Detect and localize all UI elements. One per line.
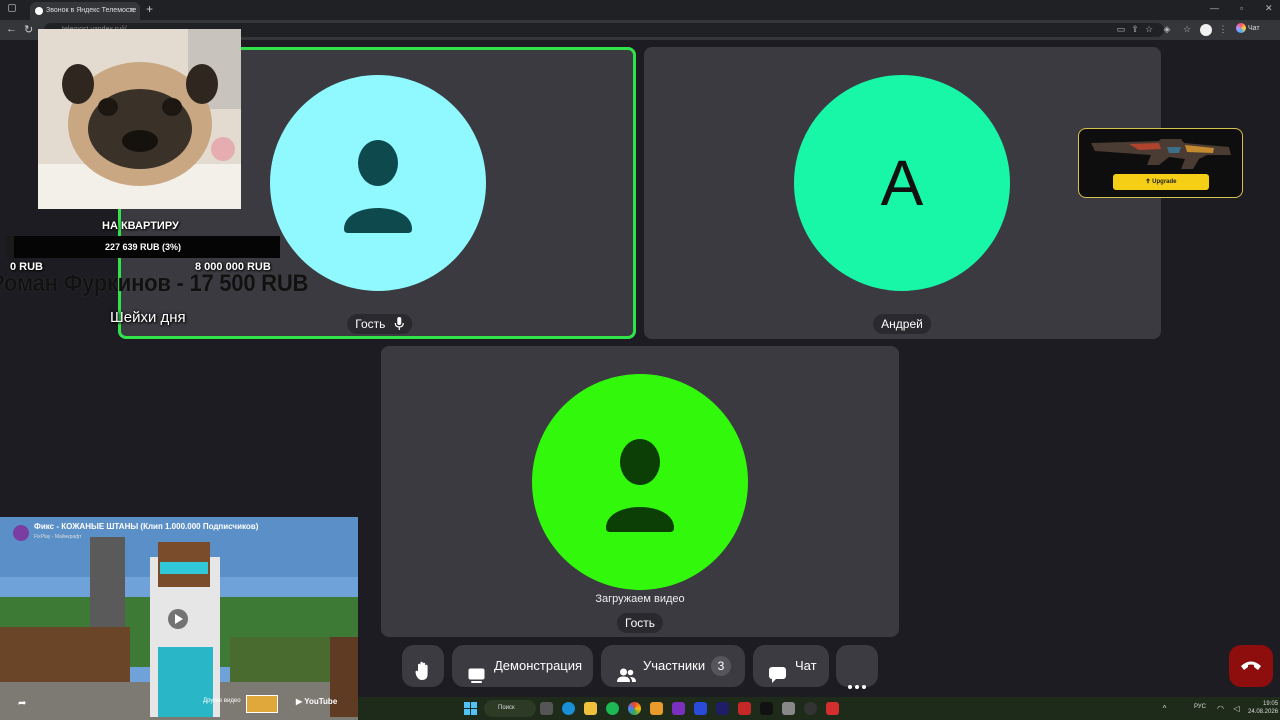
tab-close-icon[interactable]: ✕	[128, 2, 135, 20]
browser-tab[interactable]: Звонок в Яндекс Телемосте ✕	[30, 2, 140, 20]
browser-chat-button[interactable]: Чат	[1236, 23, 1260, 33]
video-title[interactable]: Фикс - КОЖАНЫЕ ШТАНЫ (Клип 1.000.000 Под…	[34, 522, 258, 531]
rifle-skin-image	[1091, 139, 1231, 169]
demonstration-button[interactable]: Демонстрация	[452, 645, 593, 687]
screen-share-icon	[468, 658, 485, 700]
youtube-logo-text: YouTube	[304, 697, 338, 706]
edge-icon[interactable]	[562, 702, 575, 715]
donation-goal-title: НА КВАРТИРУ	[102, 220, 179, 232]
person-icon	[606, 439, 674, 532]
participants-label: Участники	[643, 658, 706, 673]
keyboard-language[interactable]: РУС	[1194, 704, 1206, 710]
participant-tile-guest-2[interactable]: Загружаем видео Гость	[381, 346, 899, 637]
participant-name-pill: Гость	[347, 314, 413, 336]
app-icon[interactable]	[672, 702, 685, 715]
alice-icon	[1236, 23, 1246, 33]
upgrade-card: ⇮ Upgrade	[1078, 128, 1243, 198]
favorites-icon[interactable]: ☆	[1182, 24, 1192, 34]
taskbar: Поиск ^ РУС ◠ ◁ 19:05 24.08.2026	[358, 697, 1280, 720]
bookmark-star-icon[interactable]: ☆	[1144, 24, 1154, 34]
app-icon[interactable]	[738, 702, 751, 715]
mic-icon	[395, 316, 405, 336]
tray-chevron-icon[interactable]: ^	[1158, 702, 1171, 715]
volume-icon[interactable]: ◁	[1230, 702, 1243, 715]
avatar	[532, 374, 748, 590]
menu-icon[interactable]: ⋮	[1218, 24, 1228, 34]
hand-icon	[415, 656, 431, 698]
play-icon[interactable]	[168, 609, 188, 629]
participant-name: Андрей	[881, 317, 923, 331]
explorer-icon[interactable]	[584, 702, 597, 715]
maximize-icon[interactable]: ▫	[1240, 3, 1243, 13]
chat-button[interactable]: Чат	[753, 645, 829, 687]
cast-icon[interactable]: ▭	[1116, 24, 1126, 34]
more-videos-label[interactable]: Другие видео	[203, 698, 241, 704]
tab-search-icon[interactable]	[8, 4, 16, 12]
audition-icon[interactable]	[716, 702, 729, 715]
participants-button[interactable]: Участники 3	[601, 645, 745, 687]
taskbar-search-label: Поиск	[498, 705, 515, 711]
task-view-icon[interactable]	[540, 702, 553, 715]
tiktok-icon[interactable]	[760, 702, 773, 715]
youtube-embed[interactable]: Фикс - КОЖАНЫЕ ШТАНЫ (Клип 1.000.000 Под…	[0, 517, 358, 720]
app-icon[interactable]	[650, 702, 663, 715]
youtube-logo[interactable]: ▶ YouTube	[296, 697, 337, 706]
donation-goal-progress-bar: 227 639 RUB (3%)	[6, 236, 280, 258]
participant-name-pill: Андрей	[873, 314, 931, 334]
youtube-app-icon[interactable]	[826, 702, 839, 715]
minimize-icon[interactable]: —	[1210, 3, 1219, 13]
participant-name: Гость	[355, 317, 386, 331]
taskbar-search[interactable]: Поиск	[484, 700, 536, 717]
back-icon[interactable]: ←	[6, 23, 17, 35]
more-videos-thumb[interactable]	[246, 695, 278, 713]
avatar: A	[794, 75, 1010, 291]
app-icon[interactable]	[782, 702, 795, 715]
clock[interactable]: 19:05 24.08.2026	[1248, 700, 1278, 716]
extension-icon[interactable]: ◈	[1162, 24, 1172, 34]
avatar	[270, 75, 486, 291]
new-tab-icon[interactable]: +	[146, 2, 153, 16]
close-window-icon[interactable]: ✕	[1265, 3, 1273, 14]
participant-name: Гость	[624, 616, 656, 630]
top-donor-text: Роман Фуркинов - 17 500 RUB	[0, 270, 309, 297]
chrome-icon[interactable]	[628, 702, 641, 715]
person-icon	[344, 140, 412, 233]
wifi-icon[interactable]: ◠	[1214, 702, 1227, 715]
tab-favicon-icon	[35, 7, 43, 15]
spotify-icon[interactable]	[606, 702, 619, 715]
windows-start-icon[interactable]	[464, 702, 477, 715]
more-button[interactable]	[836, 645, 878, 689]
channel-avatar[interactable]	[13, 525, 29, 541]
clock-time: 19:05	[1263, 701, 1279, 707]
browser-chat-label: Чат	[1247, 24, 1260, 32]
sheikhs-of-day-label: Шейхи дня	[110, 309, 186, 326]
avatar-letter: A	[880, 147, 924, 219]
donation-pug-image	[38, 29, 241, 209]
participant-name-pill: Гость	[616, 613, 664, 633]
clock-date: 24.08.2026	[1248, 709, 1279, 715]
demonstration-label: Демонстрация	[494, 658, 583, 673]
donation-goal-progress-text: 227 639 RUB (3%)	[104, 242, 182, 252]
profile-avatar[interactable]	[1200, 24, 1212, 36]
browser-tab-bar: Звонок в Яндекс Телемосте ✕ + — ▫ ✕	[0, 0, 1280, 20]
phone-hangup-icon	[1241, 661, 1261, 670]
hangup-button[interactable]	[1229, 645, 1273, 687]
channel-name[interactable]: FixPlay - Майнкрафт	[34, 534, 81, 540]
app-icon[interactable]	[804, 702, 817, 715]
share-icon[interactable]: ➦	[18, 698, 26, 709]
chat-label: Чат	[795, 658, 817, 673]
app-icon[interactable]	[694, 702, 707, 715]
video-loading-status: Загружаем видео	[595, 593, 685, 605]
tab-title: Звонок в Яндекс Телемосте	[46, 7, 137, 14]
upgrade-button[interactable]: ⇮ Upgrade	[1113, 174, 1209, 190]
raise-hand-button[interactable]	[402, 645, 444, 687]
chat-bubble-icon	[769, 658, 786, 700]
people-icon	[617, 658, 636, 700]
reload-icon[interactable]: ↻	[24, 23, 33, 36]
participants-count-badge: 3	[711, 656, 731, 676]
share-icon[interactable]: ⇪	[1130, 24, 1140, 34]
